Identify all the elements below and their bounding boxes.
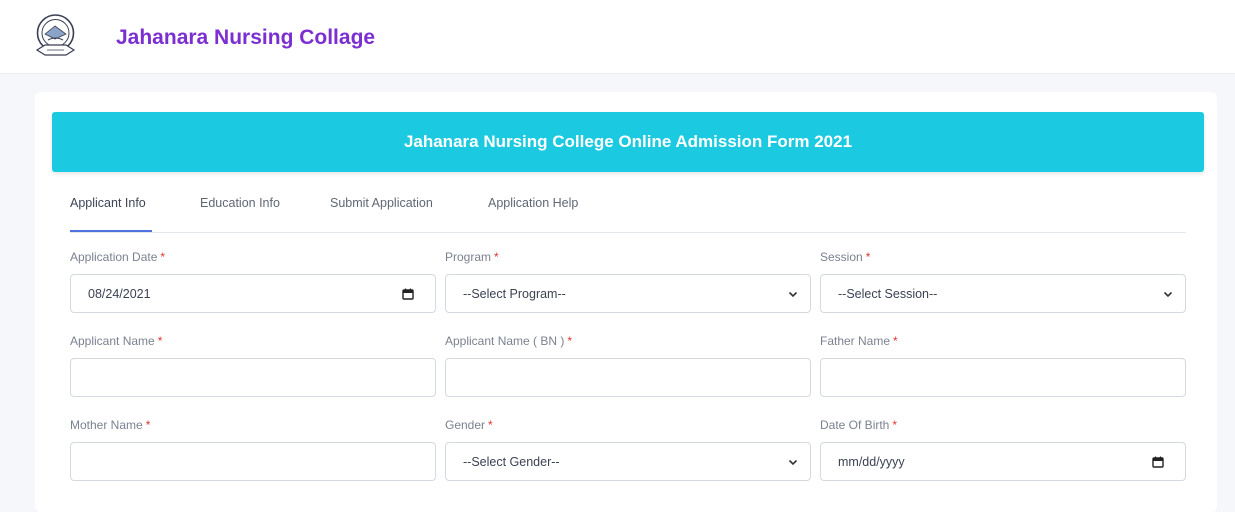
chevron-down-icon <box>788 459 798 466</box>
father-name-field: Father Name * <box>820 333 1186 397</box>
chevron-down-icon <box>1163 291 1173 298</box>
top-navbar: Jahanara Nursing Collage <box>0 0 1235 74</box>
tab-applicant-info[interactable]: Applicant Info <box>70 196 152 232</box>
program-field: Program * --Select Program-- <box>445 249 811 313</box>
session-select[interactable]: --Select Session-- <box>820 274 1186 313</box>
date-of-birth-field: Date Of Birth * mm/dd/yyyy <box>820 417 1186 481</box>
field-label: Applicant Name ( BN ) * <box>445 334 573 348</box>
required-mark: * <box>488 418 493 432</box>
applicant-name-bn-input[interactable] <box>445 358 811 397</box>
field-label: Mother Name * <box>70 418 151 432</box>
gender-selected-option: --Select Gender-- <box>463 455 560 469</box>
field-label: Application Date * <box>70 250 166 264</box>
tab-education-info[interactable]: Education Info <box>200 196 280 210</box>
brand-title[interactable]: Jahanara Nursing Collage <box>116 26 375 50</box>
field-label: Gender * <box>445 418 493 432</box>
calendar-icon[interactable] <box>1152 456 1164 468</box>
required-mark: * <box>145 418 151 432</box>
program-select[interactable]: --Select Program-- <box>445 274 811 313</box>
tab-label: Application Help <box>488 196 579 210</box>
tab-label: Submit Application <box>330 196 433 210</box>
tab-label: Applicant Info <box>70 196 146 210</box>
required-mark: * <box>893 334 898 348</box>
admission-form-card: Jahanara Nursing College Online Admissio… <box>35 92 1217 512</box>
date-of-birth-input[interactable]: mm/dd/yyyy <box>820 442 1186 481</box>
program-selected-option: --Select Program-- <box>463 287 566 301</box>
field-label: Date Of Birth * <box>820 418 898 432</box>
required-mark: * <box>865 250 871 264</box>
required-mark: * <box>567 334 573 348</box>
form-tabs: Applicant Info Education Info Submit App… <box>70 188 1186 233</box>
mother-name-input[interactable] <box>70 442 436 481</box>
gender-select[interactable]: --Select Gender-- <box>445 442 811 481</box>
application-date-field: Application Date * 08/24/2021 <box>70 249 436 313</box>
form-banner-title: Jahanara Nursing College Online Admissio… <box>52 112 1204 172</box>
required-mark: * <box>160 250 166 264</box>
calendar-icon[interactable] <box>402 288 414 300</box>
field-label: Applicant Name * <box>70 334 163 348</box>
field-label: Session * <box>820 250 871 264</box>
application-date-value: 08/24/2021 <box>88 287 151 301</box>
applicant-name-input[interactable] <box>70 358 436 397</box>
required-mark: * <box>157 334 163 348</box>
active-tab-indicator <box>70 230 152 232</box>
applicant-name-field: Applicant Name * <box>70 333 436 397</box>
father-name-input[interactable] <box>820 358 1186 397</box>
required-mark: * <box>892 418 898 432</box>
required-mark: * <box>494 250 499 264</box>
college-emblem-icon[interactable] <box>33 12 78 60</box>
mother-name-field: Mother Name * <box>70 417 436 481</box>
tab-application-help[interactable]: Application Help <box>488 196 578 210</box>
field-label: Program * <box>445 250 499 264</box>
date-of-birth-placeholder: mm/dd/yyyy <box>838 455 905 469</box>
tab-submit-application[interactable]: Submit Application <box>330 196 433 210</box>
applicant-name-bn-field: Applicant Name ( BN ) * <box>445 333 811 397</box>
tab-label: Education Info <box>200 196 280 210</box>
session-selected-option: --Select Session-- <box>838 287 938 301</box>
field-label: Father Name * <box>820 334 898 348</box>
chevron-down-icon <box>788 291 798 298</box>
gender-field: Gender * --Select Gender-- <box>445 417 811 481</box>
session-field: Session * --Select Session-- <box>820 249 1186 313</box>
application-date-input[interactable]: 08/24/2021 <box>70 274 436 313</box>
